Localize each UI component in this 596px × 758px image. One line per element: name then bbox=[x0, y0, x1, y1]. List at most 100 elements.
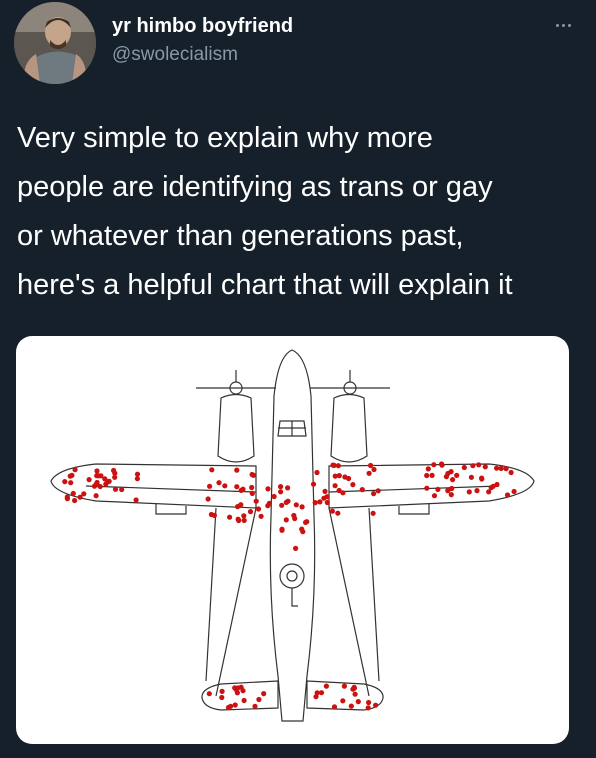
hit-marker bbox=[252, 703, 258, 709]
hit-marker bbox=[285, 485, 291, 491]
hit-marker bbox=[350, 686, 356, 692]
hit-marker bbox=[359, 487, 365, 493]
hit-marker bbox=[207, 483, 213, 489]
hit-marker bbox=[265, 486, 271, 492]
hit-marker bbox=[72, 467, 78, 473]
hit-marker bbox=[373, 702, 379, 708]
hit-marker bbox=[355, 699, 361, 705]
hit-marker bbox=[94, 479, 100, 486]
hit-marker bbox=[482, 464, 488, 470]
hit-marker bbox=[350, 482, 356, 488]
hit-marker bbox=[291, 512, 297, 519]
hit-marker bbox=[424, 472, 430, 479]
hit-marker bbox=[70, 490, 76, 497]
hit-marker bbox=[216, 480, 222, 486]
hit-marker bbox=[431, 493, 438, 499]
hit-marker bbox=[255, 506, 262, 512]
left-engine bbox=[217, 393, 255, 463]
right-engine bbox=[330, 393, 368, 463]
tweet-text-line: or whatever than generations past, bbox=[17, 220, 464, 252]
tweet-text: Very simple to explain why more people a… bbox=[17, 114, 582, 310]
hit-marker bbox=[461, 464, 467, 471]
hit-marker bbox=[211, 512, 217, 518]
hit-marker bbox=[476, 462, 482, 468]
hit-marker bbox=[331, 704, 338, 710]
display-name[interactable]: yr himbo boyfriend bbox=[112, 15, 293, 38]
user-handle[interactable]: @swolecialism bbox=[112, 44, 238, 66]
hit-marker bbox=[236, 517, 242, 524]
hit-marker bbox=[227, 514, 233, 520]
hit-marker bbox=[314, 469, 320, 476]
hit-marker bbox=[445, 470, 451, 477]
hit-marker bbox=[106, 478, 112, 484]
hit-marker bbox=[62, 479, 68, 485]
profile-photo-icon bbox=[14, 2, 96, 84]
hit-marker bbox=[219, 694, 225, 701]
hit-marker bbox=[293, 545, 299, 551]
hit-marker bbox=[445, 488, 451, 494]
hit-marker bbox=[134, 476, 140, 482]
survivorship-bias-airplane-image bbox=[50, 349, 535, 722]
tweet-media-image[interactable] bbox=[16, 336, 569, 744]
hit-marker bbox=[278, 484, 284, 490]
hit-marker bbox=[508, 469, 514, 476]
hit-marker bbox=[271, 493, 277, 500]
hit-marker bbox=[498, 465, 504, 471]
hit-marker bbox=[332, 473, 338, 479]
fuselage bbox=[269, 349, 316, 722]
hit-marker bbox=[466, 489, 472, 495]
hit-marker bbox=[348, 703, 354, 709]
hit-marker bbox=[335, 463, 341, 469]
hit-marker bbox=[329, 508, 335, 514]
hit-marker bbox=[504, 492, 511, 498]
hit-marker bbox=[241, 513, 247, 519]
hit-marker bbox=[241, 517, 247, 523]
hit-marker bbox=[293, 502, 299, 508]
hit-marker bbox=[366, 699, 372, 706]
hit-marker bbox=[261, 691, 267, 697]
tweet-text-line: here's a helpful chart that will explain… bbox=[17, 269, 513, 301]
hit-marker bbox=[249, 484, 255, 491]
hit-marker bbox=[234, 690, 240, 696]
hit-marker bbox=[279, 526, 285, 532]
hit-marker bbox=[474, 488, 480, 494]
hit-marker bbox=[222, 483, 228, 489]
tweet: yr himbo boyfriend @swolecialism Very si… bbox=[0, 0, 596, 758]
hit-marker bbox=[96, 473, 102, 479]
hit-marker bbox=[250, 472, 256, 478]
hit-marker bbox=[486, 489, 492, 495]
hit-marker bbox=[247, 509, 254, 515]
hit-marker bbox=[283, 517, 289, 523]
hit-marker bbox=[258, 513, 264, 519]
hit-marker bbox=[310, 481, 317, 487]
hit-marker bbox=[454, 472, 460, 478]
tweet-text-line: people are identifying as trans or gay bbox=[17, 171, 493, 203]
more-options-icon[interactable] bbox=[550, 14, 576, 36]
hit-marker bbox=[234, 484, 240, 490]
hit-marker bbox=[371, 466, 377, 473]
hit-marker bbox=[240, 688, 246, 694]
hit-marker bbox=[511, 488, 517, 495]
hit-marker bbox=[494, 465, 500, 471]
hit-marker bbox=[72, 497, 78, 504]
hit-marker bbox=[340, 490, 346, 496]
hit-marker bbox=[450, 477, 456, 483]
hit-marker bbox=[503, 466, 509, 472]
hit-marker bbox=[470, 463, 476, 469]
hit-marker bbox=[265, 503, 271, 509]
hit-marker bbox=[119, 486, 125, 493]
hit-marker bbox=[77, 494, 83, 500]
tweet-text-line: Very simple to explain why more bbox=[17, 122, 433, 154]
hit-marker bbox=[439, 461, 445, 467]
hit-marker bbox=[429, 472, 435, 478]
hit-marker bbox=[324, 499, 330, 506]
hit-marker bbox=[241, 697, 247, 704]
hit-marker bbox=[424, 485, 430, 491]
hit-marker bbox=[371, 491, 377, 497]
avatar[interactable] bbox=[14, 2, 96, 84]
hit-marker bbox=[300, 529, 306, 535]
hit-marker bbox=[209, 467, 215, 473]
hit-marker bbox=[468, 474, 474, 480]
hit-marker bbox=[256, 696, 262, 703]
hit-marker bbox=[205, 496, 211, 502]
